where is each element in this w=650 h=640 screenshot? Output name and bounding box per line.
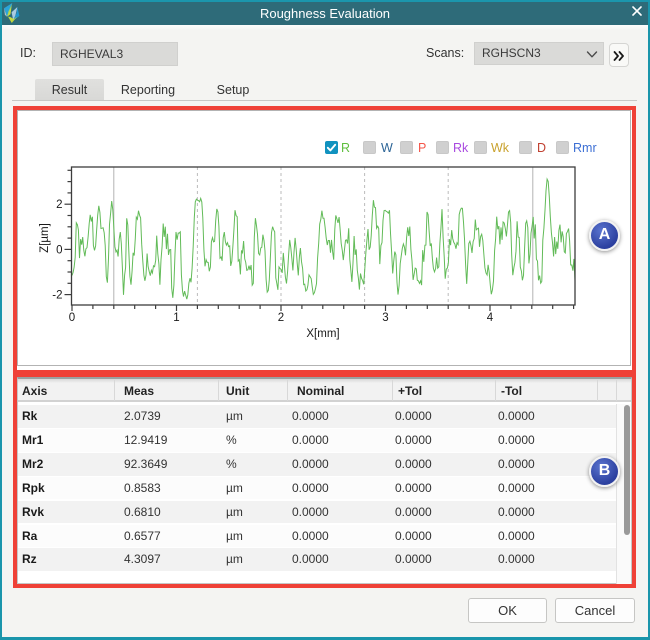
svg-text:2: 2	[278, 312, 284, 324]
svg-text:1: 1	[173, 312, 179, 324]
svg-text:4: 4	[487, 312, 494, 324]
svg-text:-2: -2	[52, 290, 62, 302]
svg-text:X[mm]: X[mm]	[306, 328, 339, 340]
svg-text:0: 0	[56, 244, 62, 256]
svg-text:2: 2	[56, 199, 62, 211]
svg-text:3: 3	[382, 312, 388, 324]
svg-text:Z[µm]: Z[µm]	[39, 223, 51, 253]
svg-text:0: 0	[69, 312, 75, 324]
